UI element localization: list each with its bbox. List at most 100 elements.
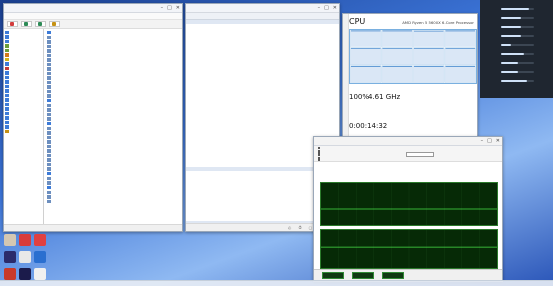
panel-row-fill bbox=[501, 70, 518, 73]
panel-row bbox=[484, 78, 549, 83]
panel-row bbox=[484, 33, 549, 38]
desktop-app-icon[interactable] bbox=[19, 251, 31, 263]
close-button[interactable]: ✕ bbox=[333, 5, 337, 11]
occt-options bbox=[314, 146, 502, 162]
minimize-button[interactable]: – bbox=[318, 5, 321, 11]
item-icon bbox=[47, 80, 51, 84]
toolbar-button[interactable] bbox=[7, 21, 18, 27]
panel-row-fill bbox=[501, 52, 525, 55]
display-icon bbox=[5, 84, 9, 88]
core-usage-fill bbox=[445, 48, 476, 65]
panel-row bbox=[484, 51, 549, 56]
item-icon bbox=[47, 53, 51, 57]
checkbox[interactable] bbox=[318, 159, 320, 162]
software-icon bbox=[5, 111, 9, 115]
desktop-app-icon[interactable] bbox=[34, 234, 46, 246]
core-usage-fill bbox=[382, 48, 413, 65]
item-icon bbox=[47, 162, 51, 166]
panel-row bbox=[484, 42, 549, 47]
core-usage-fill bbox=[413, 48, 444, 65]
summary-icon bbox=[5, 35, 9, 39]
taskbar bbox=[0, 280, 553, 286]
occt-titlebar[interactable]: – □ ✕ bbox=[314, 137, 502, 146]
panel-row bbox=[484, 6, 549, 11]
system-info-panel bbox=[480, 0, 553, 98]
desktop-app-icon[interactable] bbox=[4, 268, 16, 280]
task-manager-window: CPU AMD Ryzen 5 5600X 6-Core Processor 1… bbox=[342, 13, 478, 139]
processor-name: AMD Ryzen 5 5600X 6-Core Processor bbox=[402, 20, 474, 25]
panel-row-bar bbox=[501, 61, 534, 64]
minimize-button[interactable]: – bbox=[481, 138, 484, 144]
panel-row-bar bbox=[501, 52, 534, 55]
portable-icon bbox=[5, 62, 9, 66]
aida64-titlebar[interactable]: – □ ✕ bbox=[4, 4, 182, 13]
overclock-icon bbox=[5, 53, 9, 57]
panel-row-fill bbox=[501, 61, 518, 64]
uptime-value: 0:00:14:32 bbox=[349, 122, 388, 130]
occt-footer-value bbox=[382, 272, 404, 279]
section-icon bbox=[47, 185, 51, 190]
panel-row-fill bbox=[501, 7, 530, 10]
item-icon bbox=[47, 140, 51, 144]
toolbar-button[interactable] bbox=[35, 21, 46, 27]
section-icon bbox=[47, 98, 51, 103]
panel-row-bar bbox=[501, 70, 534, 73]
tree-item[interactable] bbox=[5, 129, 42, 134]
item-icon bbox=[47, 181, 51, 185]
aida64-menubar bbox=[4, 13, 182, 20]
motherboard-icon bbox=[5, 71, 9, 75]
desktop-app-icon[interactable] bbox=[34, 251, 46, 263]
item-icon bbox=[47, 144, 51, 148]
minimize-button[interactable]: – bbox=[161, 5, 164, 11]
desktop-app-icon[interactable] bbox=[4, 234, 16, 246]
maximize-button[interactable]: □ bbox=[167, 5, 172, 11]
sensor-icon bbox=[5, 66, 9, 70]
close-button[interactable]: ✕ bbox=[496, 138, 500, 144]
item-icon bbox=[47, 71, 51, 75]
panel-row-fill bbox=[501, 16, 521, 19]
desktop-app-icon[interactable] bbox=[19, 234, 31, 246]
close-button[interactable]: ✕ bbox=[176, 5, 180, 11]
database-icon bbox=[5, 125, 9, 129]
item-icon bbox=[47, 40, 51, 44]
aida64-summary-panel bbox=[45, 29, 182, 224]
occt-window: – □ ✕ bbox=[313, 136, 503, 282]
ipmi-icon bbox=[5, 48, 9, 52]
panel-row bbox=[484, 69, 549, 74]
core-usage-fill bbox=[413, 66, 444, 83]
utilization-value: 100% bbox=[349, 93, 370, 101]
item-icon bbox=[47, 108, 51, 112]
item-icon bbox=[47, 103, 51, 107]
directx-icon bbox=[5, 102, 9, 106]
core-usage-fill bbox=[445, 30, 476, 47]
item-icon bbox=[47, 153, 51, 157]
os-icon bbox=[5, 75, 9, 79]
maximize-button[interactable]: □ bbox=[324, 5, 329, 11]
core-usage-fill bbox=[350, 30, 381, 47]
occt-footer-value bbox=[352, 272, 374, 279]
occt-check-row[interactable] bbox=[318, 159, 388, 162]
occt-select[interactable] bbox=[406, 152, 434, 157]
desktop-app-icon[interactable] bbox=[19, 268, 31, 280]
occt-chart-voltage bbox=[320, 229, 498, 269]
item-icon bbox=[47, 190, 51, 194]
desktop-app-icon[interactable] bbox=[4, 251, 16, 263]
item-icon bbox=[47, 117, 51, 121]
cpu-detail-row bbox=[407, 113, 477, 118]
core-usage-fill bbox=[350, 48, 381, 65]
panel-row-fill bbox=[501, 34, 521, 37]
maximize-button[interactable]: □ bbox=[487, 138, 492, 144]
sensor-titlebar[interactable]: – □ ✕ bbox=[186, 4, 339, 13]
server-icon bbox=[5, 80, 9, 84]
section-icon bbox=[47, 30, 51, 35]
item-icon bbox=[47, 158, 51, 162]
cpu-heading: CPU bbox=[349, 17, 366, 26]
panel-row-bar bbox=[501, 16, 534, 19]
toolbar-button[interactable] bbox=[21, 21, 32, 27]
bios-icon bbox=[24, 22, 28, 26]
desktop-app-icon[interactable] bbox=[34, 268, 46, 280]
report-icon bbox=[10, 22, 14, 26]
panel-row-bar bbox=[501, 7, 534, 10]
dmi-icon bbox=[5, 44, 9, 48]
toolbar-button[interactable] bbox=[49, 21, 60, 27]
